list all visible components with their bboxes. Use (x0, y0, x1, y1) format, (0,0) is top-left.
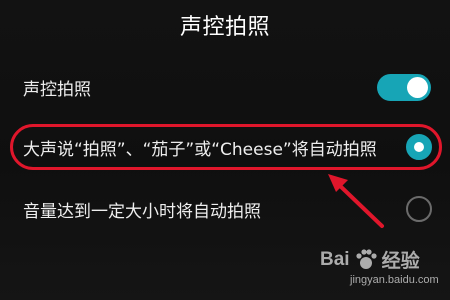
voice-toggle-switch[interactable] (377, 74, 431, 101)
watermark-logo: Bai 经验 (320, 246, 420, 273)
baidu-jingyan-watermark: Bai 经验 jingyan.baidu.com (320, 246, 440, 292)
voice-toggle-label: 声控拍照 (23, 79, 91, 100)
watermark-brand-suffix: 经验 (381, 251, 420, 272)
keyword-option-row[interactable]: 大声说“拍照”、“茄子”或“Cheese”将自动拍照 (0, 124, 450, 170)
page-title: 声控拍照 (179, 15, 270, 40)
volume-option-radio[interactable] (406, 196, 432, 222)
paw-icon (355, 248, 377, 269)
watermark-url: jingyan.baidu.com (350, 274, 439, 286)
volume-option-label: 音量达到一定大小时将自动拍照 (23, 201, 261, 222)
radio-selected-dot (414, 142, 424, 152)
toggle-knob (407, 77, 428, 98)
voice-shutter-settings-screen: 声控拍照 声控拍照 大声说“拍照”、“茄子”或“Cheese”将自动拍照 音量达… (0, 0, 450, 300)
watermark-brand: Bai (320, 248, 350, 270)
keyword-option-radio[interactable] (406, 134, 432, 160)
keyword-option-label: 大声说“拍照”、“茄子”或“Cheese”将自动拍照 (23, 139, 377, 160)
volume-option-row[interactable]: 音量达到一定大小时将自动拍照 (0, 186, 450, 232)
voice-toggle-row[interactable]: 声控拍照 (0, 64, 450, 110)
